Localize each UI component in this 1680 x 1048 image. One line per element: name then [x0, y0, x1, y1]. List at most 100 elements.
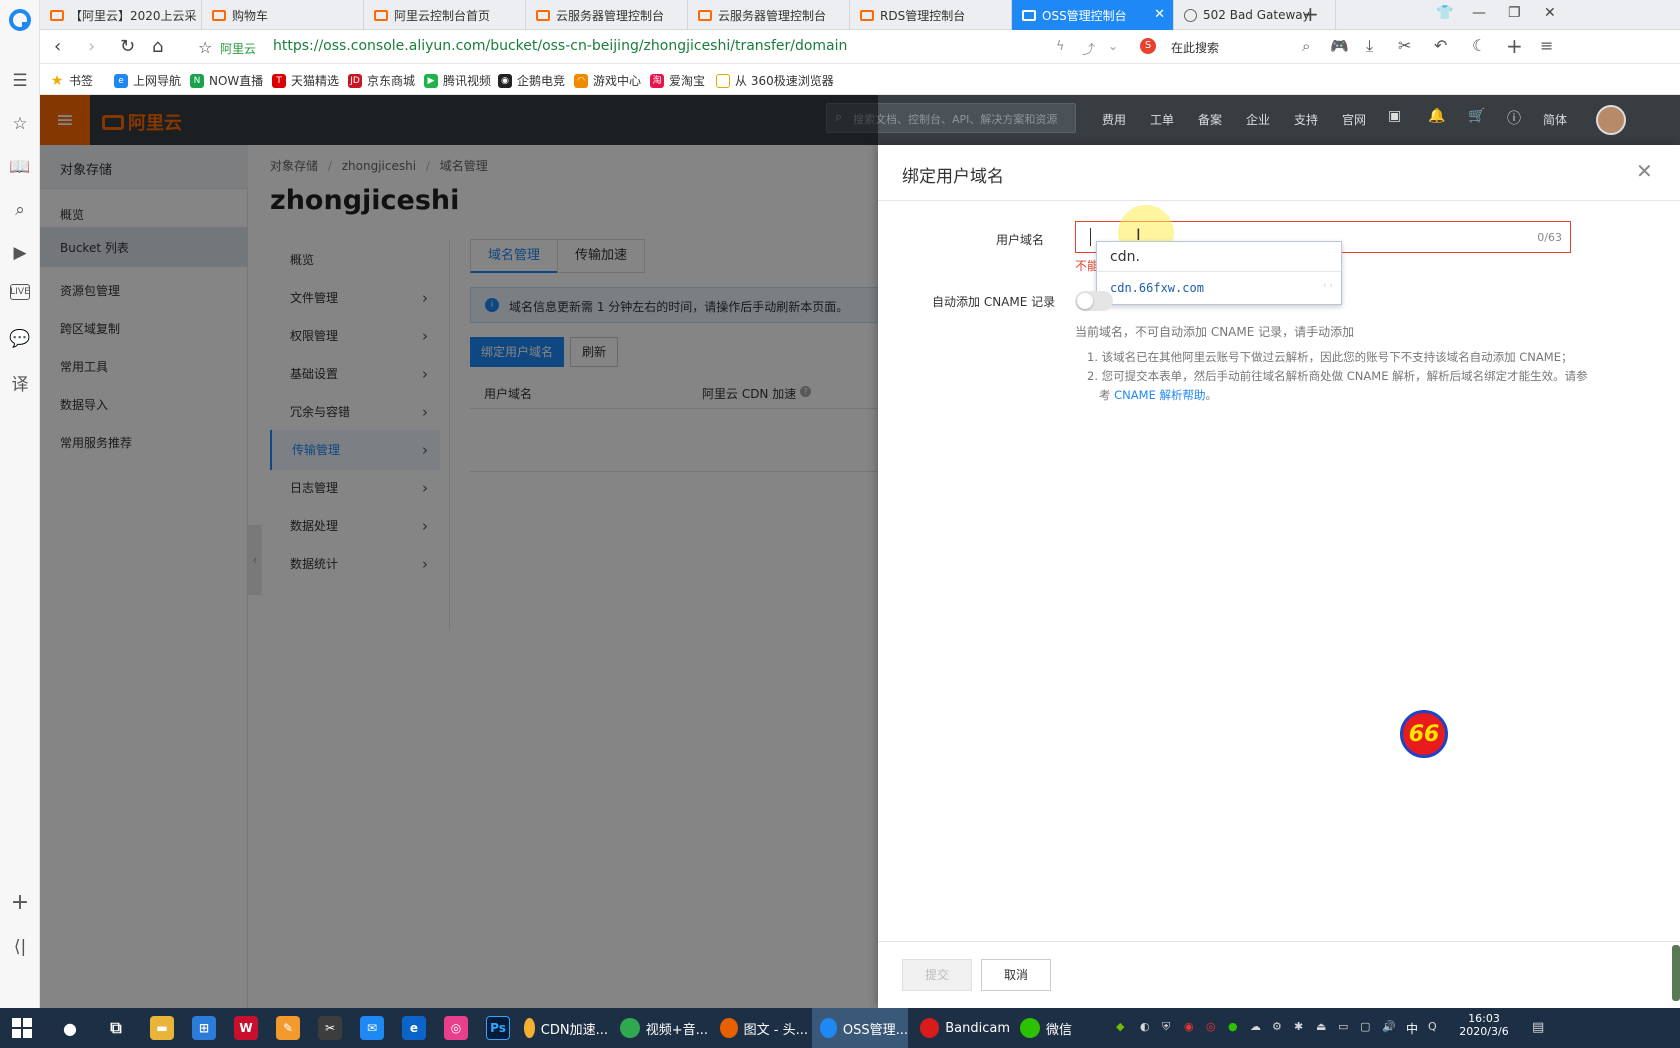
taskbar-app-active[interactable]: OSS管理...	[812, 1008, 908, 1048]
cortana-icon[interactable]: ●	[58, 1016, 82, 1040]
lightning-icon[interactable]: ϟ	[1056, 39, 1065, 54]
notification-icon[interactable]: ▤	[1532, 1020, 1546, 1035]
cloud-icon[interactable]: ☁	[1250, 1020, 1264, 1034]
bookmark[interactable]: ◠ 游戏中心	[574, 72, 641, 89]
undo-icon[interactable]: ↶	[1434, 36, 1447, 55]
bookmark[interactable]: N NOW直播	[190, 72, 263, 89]
shirt-icon[interactable]: 👕	[1436, 5, 1453, 21]
close-window-icon[interactable]: ✕	[1544, 5, 1556, 21]
share-icon[interactable]: ⤴	[1082, 39, 1095, 58]
url-field[interactable]: https://oss.console.aliyun.com/bucket/os…	[273, 38, 847, 54]
ime-icon[interactable]: Q	[1428, 1020, 1442, 1034]
bookmark[interactable]: ▶ 腾讯视频	[424, 72, 491, 89]
tab[interactable]: 阿里云控制台首页	[364, 0, 526, 30]
cname-help-link[interactable]: CNAME 解析帮助	[1114, 388, 1205, 402]
task-view-icon[interactable]: ⧉	[104, 1016, 128, 1040]
add-icon[interactable]: +	[8, 890, 32, 915]
cname-toggle[interactable]	[1075, 291, 1113, 311]
bookmark[interactable]: T 天猫精选	[272, 72, 339, 89]
scrollbar[interactable]	[1672, 945, 1680, 1001]
tab[interactable]: 云服务器管理控制台	[526, 0, 688, 30]
wechat-tray-icon[interactable]: ●	[1228, 1020, 1242, 1034]
close-icon[interactable]: ✕	[1636, 159, 1653, 183]
display-icon[interactable]: ▢	[1360, 1020, 1374, 1034]
file-explorer-icon[interactable]: ▬	[150, 1016, 174, 1040]
forward-icon[interactable]: ›	[88, 36, 95, 57]
avatar[interactable]	[1596, 105, 1626, 135]
download-icon[interactable]: ⤓	[1366, 36, 1373, 56]
bell-icon[interactable]: 🔔	[1428, 108, 1445, 124]
nav-enterprise[interactable]: 企业	[1246, 111, 1270, 128]
night-mode-icon[interactable]: ☾	[1472, 36, 1486, 55]
floating-66-badge[interactable]: 66	[1400, 710, 1448, 758]
help-icon[interactable]: ⓘ	[1507, 108, 1521, 128]
favorites-icon[interactable]: ☆	[8, 112, 32, 136]
autocomplete-option[interactable]: cdn.66fxw.com ‹ ›	[1097, 273, 1341, 304]
nav-support[interactable]: 支持	[1294, 111, 1318, 128]
extension-icon[interactable]: +	[1506, 34, 1523, 58]
bookmark[interactable]: 淘爱淘宝	[650, 72, 705, 89]
scissors-icon[interactable]: ✂	[1398, 36, 1411, 55]
menu-icon[interactable]: ≡	[1540, 36, 1553, 55]
wps-icon[interactable]: W	[234, 1016, 258, 1040]
cart-icon[interactable]: 🛒	[1468, 108, 1485, 124]
reader-icon[interactable]: 📖	[8, 155, 32, 179]
taskbar-app[interactable]: CDN加速...	[516, 1008, 608, 1048]
input-language[interactable]: 中	[1406, 1020, 1418, 1037]
record-icon[interactable]: ◉	[1184, 1020, 1198, 1034]
bluetooth-icon[interactable]: ✱	[1294, 1020, 1308, 1034]
taskbar-app[interactable]: 微信	[1012, 1008, 1092, 1048]
nav-official-site[interactable]: 官网	[1342, 111, 1366, 128]
collapse-icon[interactable]: ⟨|	[8, 935, 32, 959]
bookmark[interactable]: JD 京东商城	[348, 72, 415, 89]
taskbar-app[interactable]: 图文 - 头...	[712, 1008, 808, 1048]
star-icon[interactable]: ☆	[198, 38, 212, 57]
shield-icon[interactable]: ⛨	[1162, 1020, 1176, 1034]
capcut-icon[interactable]: ✂	[318, 1016, 342, 1040]
reload-icon[interactable]: ↻	[120, 36, 135, 57]
store-icon[interactable]: ⊞	[192, 1016, 216, 1040]
search-box[interactable]: 在此搜索	[1171, 39, 1219, 56]
taskbar-app[interactable]: 视频+音...	[612, 1008, 708, 1048]
home-icon[interactable]: ⌂	[152, 36, 163, 57]
restore-icon[interactable]: ❐	[1508, 5, 1521, 21]
search-icon[interactable]: ⌕	[1302, 37, 1310, 55]
taskbar-app[interactable]: Bandicam	[912, 1008, 1010, 1048]
submit-button[interactable]: 提交	[902, 959, 972, 991]
minimize-icon[interactable]: —	[1472, 5, 1486, 21]
terminal-icon[interactable]: ▣	[1388, 108, 1401, 124]
chevron-down-icon[interactable]: ⌄	[1108, 39, 1118, 53]
tab[interactable]: 【阿里云】2020上云采	[40, 0, 202, 30]
network-icon[interactable]: ▭	[1338, 1020, 1352, 1034]
tab[interactable]: RDS管理控制台	[850, 0, 1012, 30]
windows-start-icon[interactable]	[12, 1018, 32, 1038]
video-icon[interactable]: ▶	[8, 241, 32, 265]
tab[interactable]: 云服务器管理控制台	[688, 0, 850, 30]
bookmark[interactable]: ◉ 企鹅电竞	[498, 72, 565, 89]
netease-icon[interactable]: ◎	[1206, 1020, 1220, 1034]
app-icon[interactable]: ◎	[444, 1016, 468, 1040]
settings-icon[interactable]: ⚙	[1272, 1020, 1286, 1034]
bookmark[interactable]: e 上网导航	[114, 72, 181, 89]
nav-filing[interactable]: 备案	[1198, 111, 1222, 128]
close-tab-icon[interactable]: ✕	[1154, 7, 1165, 22]
back-icon[interactable]: ‹	[54, 36, 61, 57]
search-engine-icon[interactable]: S	[1140, 38, 1156, 54]
cancel-button[interactable]: 取消	[981, 959, 1051, 991]
game-icon[interactable]: 🎮	[1330, 37, 1349, 55]
news-icon[interactable]: ☰	[8, 69, 32, 93]
chat-icon[interactable]: 💬	[8, 327, 32, 351]
clock[interactable]: 16:03 2020/3/6	[1456, 1012, 1512, 1038]
translate-icon[interactable]: 译	[8, 370, 32, 395]
mail-icon[interactable]: ✉	[360, 1016, 384, 1040]
browser-logo-icon[interactable]	[8, 8, 32, 32]
tab-active[interactable]: OSS管理控制台 ✕	[1012, 0, 1174, 30]
volume-icon[interactable]: 🔊	[1382, 1020, 1396, 1034]
live-icon[interactable]: LIVE	[10, 284, 30, 300]
nav-billing[interactable]: 费用	[1102, 111, 1126, 128]
photoshop-icon[interactable]: Ps	[486, 1016, 510, 1040]
nvidia-icon[interactable]: ◆	[1116, 1020, 1130, 1034]
modal-overlay[interactable]	[40, 95, 878, 1008]
language-switch[interactable]: 简体	[1543, 111, 1567, 128]
tab[interactable]: 购物车	[202, 0, 364, 30]
